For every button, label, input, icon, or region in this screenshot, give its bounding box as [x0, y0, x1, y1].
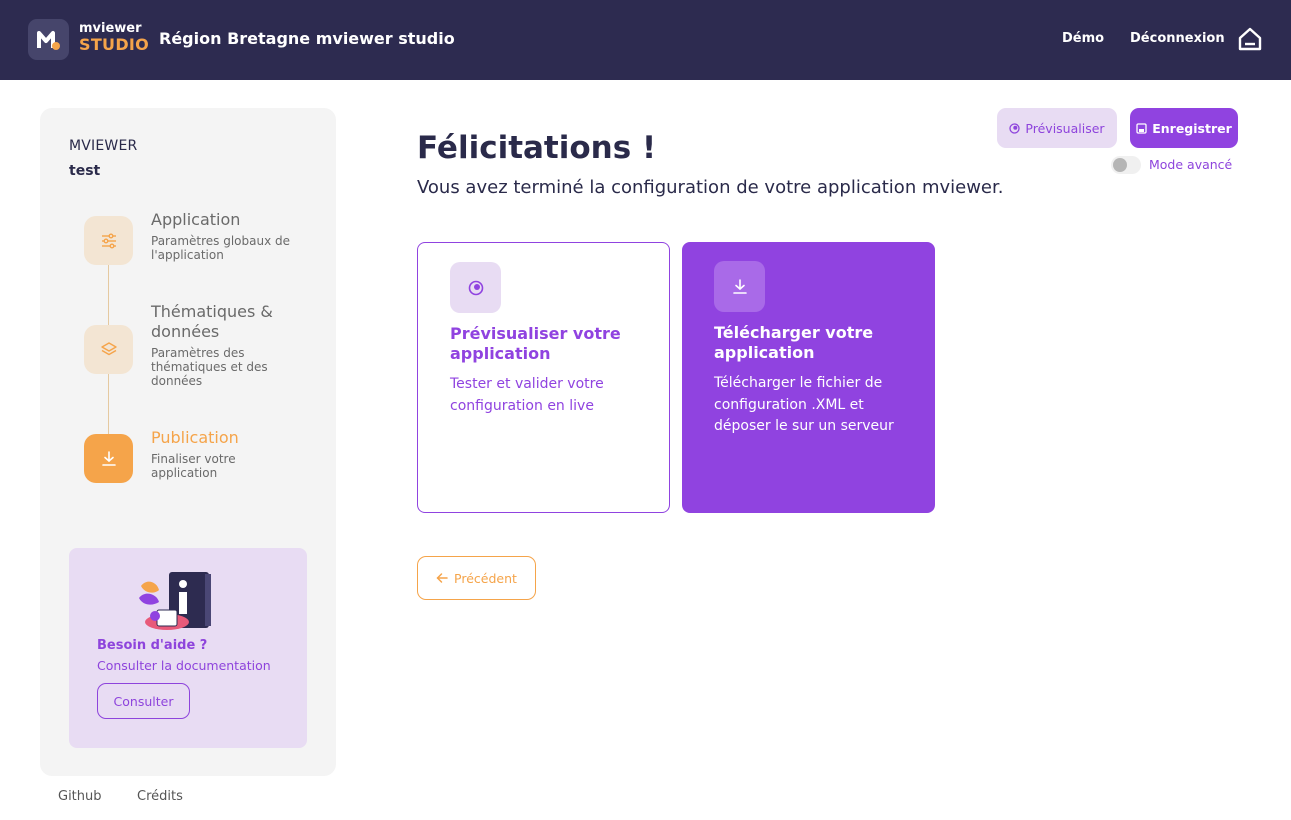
- download-card-desc: Télécharger le fichier de configuration …: [714, 375, 894, 434]
- preview-button-label: Prévisualiser: [1025, 120, 1105, 136]
- preview-card-desc: Tester et valider votre configuration en…: [450, 376, 604, 414]
- download-app-card[interactable]: Télécharger votre application Télécharge…: [682, 242, 935, 513]
- eye-icon: [1009, 122, 1021, 134]
- preview-card-title: Prévisualiser votre application: [450, 324, 621, 363]
- logo[interactable]: [28, 19, 69, 60]
- info-book-illustration: [139, 572, 211, 630]
- footer-github-link[interactable]: Github: [58, 789, 102, 804]
- download-icon: [101, 450, 116, 466]
- consult-docs-button[interactable]: Consulter: [97, 683, 190, 719]
- save-button[interactable]: Enregistrer: [1130, 108, 1238, 148]
- preview-app-card[interactable]: Prévisualiser votre application Tester e…: [417, 242, 670, 513]
- preview-card-icon-box: [450, 262, 501, 313]
- help-title: Besoin d'aide ?: [97, 638, 208, 653]
- help-subtitle: Consulter la documentation: [97, 658, 271, 673]
- advanced-mode-label[interactable]: Mode avancé: [1149, 157, 1232, 172]
- previous-button-label: Précédent: [454, 570, 517, 586]
- eye-icon: [468, 280, 483, 295]
- step-application-icon-box[interactable]: [84, 216, 133, 265]
- step-data-icon-box[interactable]: [84, 325, 133, 374]
- page-title: Félicitations !: [417, 130, 657, 166]
- page-subtitle: Vous avez terminé la configuration de vo…: [417, 177, 1004, 198]
- project-label: MVIEWER: [69, 138, 138, 154]
- project-name: test: [69, 163, 101, 179]
- logo-wordmark: mviewer STUDIO: [79, 22, 149, 53]
- top-bar: mviewer STUDIO Région Bretagne mviewer s…: [0, 0, 1291, 80]
- step-publication-title[interactable]: Publication: [151, 428, 239, 448]
- step-application-title[interactable]: Application: [151, 210, 240, 230]
- download-card-icon-box: [714, 261, 765, 312]
- logo-bottom-text: STUDIO: [79, 35, 150, 54]
- preview-button[interactable]: Prévisualiser: [997, 108, 1117, 148]
- step-data-title[interactable]: Thématiques & données: [151, 302, 291, 342]
- sidebar: MVIEWER test Application Paramètres glob…: [40, 108, 336, 776]
- previous-button[interactable]: Précédent: [417, 556, 536, 600]
- floppy-icon: [1136, 122, 1147, 134]
- step-application-desc: Paramètres globaux de l'application: [151, 234, 291, 262]
- step-publication-desc: Finaliser votre application: [151, 452, 236, 480]
- help-card: Besoin d'aide ? Consulter la documentati…: [69, 548, 307, 748]
- step-publication-icon-box[interactable]: [84, 434, 133, 483]
- home-icon[interactable]: [1237, 26, 1263, 52]
- sliders-icon: [101, 233, 116, 248]
- layers-icon: [100, 341, 117, 355]
- app-title: Région Bretagne mviewer studio: [159, 29, 455, 48]
- step-data-desc: Paramètres des thématiques et des donnée…: [151, 346, 268, 388]
- arrow-left-icon: [436, 573, 448, 583]
- nav-demo-link[interactable]: Démo: [1062, 31, 1104, 46]
- toggle-knob: [1113, 158, 1127, 172]
- advanced-mode-toggle[interactable]: [1111, 156, 1141, 174]
- download-icon: [732, 278, 747, 294]
- footer-credits-link[interactable]: Crédits: [137, 789, 183, 804]
- nav-logout-link[interactable]: Déconnexion: [1130, 31, 1225, 46]
- download-card-title: Télécharger votre application: [714, 323, 874, 362]
- save-button-label: Enregistrer: [1152, 120, 1232, 136]
- logo-top-text: mviewer: [79, 21, 142, 36]
- mviewer-logo-icon: [36, 30, 60, 50]
